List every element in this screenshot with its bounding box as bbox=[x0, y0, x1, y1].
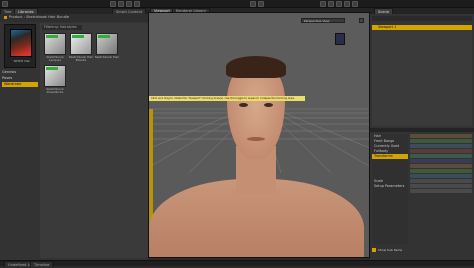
property-slider[interactable] bbox=[410, 149, 472, 153]
show-sub-items-label: Show Sub Items bbox=[378, 248, 403, 252]
hair-product-image bbox=[10, 29, 32, 57]
item-thumbnail[interactable] bbox=[44, 65, 66, 87]
tool-icon[interactable] bbox=[126, 1, 132, 7]
content-grid: Filtering: Hairstyles Sketchbook Lacquer… bbox=[40, 23, 148, 258]
property-slider[interactable] bbox=[410, 139, 472, 143]
tool-icon[interactable] bbox=[352, 1, 358, 7]
tab-timeline[interactable]: Timeline bbox=[30, 261, 54, 267]
right-panel: Scene Viewport 1 Hair Front Bangs Curren… bbox=[370, 8, 474, 260]
back-icon[interactable] bbox=[4, 16, 7, 19]
property-slider[interactable] bbox=[410, 169, 472, 173]
property-slider[interactable] bbox=[410, 179, 472, 183]
property-slider[interactable] bbox=[410, 134, 472, 138]
property-groups: Hair Front Bangs Currently Used Fullbody… bbox=[372, 134, 408, 244]
figure-eye-left bbox=[239, 103, 248, 107]
properties-tab-row bbox=[370, 128, 474, 132]
tree-item-genesis[interactable]: Genesis bbox=[2, 70, 16, 75]
product-title: Product : Sketchbook Hair Bundle bbox=[9, 15, 70, 19]
viewport-options-icon[interactable] bbox=[359, 18, 364, 23]
figure-eye-right bbox=[264, 103, 273, 107]
tooltip: Click and drag to rotate the "Viewport" … bbox=[149, 96, 305, 101]
tree-item-poses[interactable]: Poses bbox=[2, 76, 12, 81]
item-caption: Sketchbook Hair Blonde bbox=[68, 55, 94, 63]
tool-icon[interactable] bbox=[344, 1, 350, 7]
tool-icon[interactable] bbox=[110, 1, 116, 7]
figure-mouth bbox=[247, 137, 265, 141]
item-caption: Sketchbook Hair bbox=[94, 55, 120, 59]
tree-item-wardrobe[interactable]: Wardrobe bbox=[2, 82, 38, 87]
left-panel: Tree Libraries Smart Content Product : S… bbox=[0, 8, 148, 260]
tool-icon[interactable] bbox=[258, 1, 264, 7]
view-cube-icon[interactable] bbox=[335, 33, 345, 45]
product-thumbnail[interactable]: SKTCH Hair bbox=[4, 24, 36, 68]
tool-icon[interactable] bbox=[134, 1, 140, 7]
search-field[interactable] bbox=[372, 16, 472, 21]
property-slider[interactable] bbox=[410, 164, 472, 168]
tool-icon[interactable] bbox=[320, 1, 326, 7]
property-slider[interactable] bbox=[410, 159, 472, 163]
property-slider[interactable] bbox=[410, 184, 472, 188]
figure-hair bbox=[226, 56, 286, 78]
property-slider[interactable] bbox=[410, 174, 472, 178]
product-header: Product : Sketchbook Hair Bundle bbox=[0, 14, 148, 22]
scene-tree bbox=[372, 30, 472, 126]
tool-icon[interactable] bbox=[250, 1, 256, 7]
figure-model bbox=[149, 51, 364, 257]
menu-bar bbox=[0, 0, 474, 8]
thumb-caption: SKTCH Hair bbox=[13, 59, 31, 63]
group-item[interactable] bbox=[372, 194, 408, 199]
viewport[interactable]: Click and drag to rotate the "Viewport" … bbox=[148, 12, 370, 258]
item-thumbnail[interactable] bbox=[44, 33, 66, 55]
app-logo-icon bbox=[2, 1, 8, 7]
tool-icon[interactable] bbox=[336, 1, 342, 7]
tab-scene[interactable]: Scene bbox=[374, 8, 393, 14]
right-tab-row: Scene bbox=[370, 8, 474, 14]
status-bar: Undefined Log Timeline bbox=[0, 260, 474, 267]
item-thumbnail[interactable] bbox=[96, 33, 118, 55]
tool-icon[interactable] bbox=[118, 1, 124, 7]
property-slider[interactable] bbox=[410, 144, 472, 148]
tool-icon[interactable] bbox=[328, 1, 334, 7]
perspective-dropdown[interactable]: Perspective View bbox=[301, 18, 345, 23]
property-slider[interactable] bbox=[410, 154, 472, 158]
item-caption: Sketchbook Lacquer bbox=[46, 55, 64, 63]
filter-field[interactable]: Filtering: Hairstyles bbox=[42, 25, 82, 30]
show-sub-items-checkbox[interactable] bbox=[372, 248, 376, 252]
property-sliders bbox=[410, 134, 472, 244]
item-caption: Sketchbook Dreadlocks bbox=[46, 87, 64, 95]
item-thumbnail[interactable] bbox=[70, 33, 92, 55]
property-slider[interactable] bbox=[410, 189, 472, 193]
